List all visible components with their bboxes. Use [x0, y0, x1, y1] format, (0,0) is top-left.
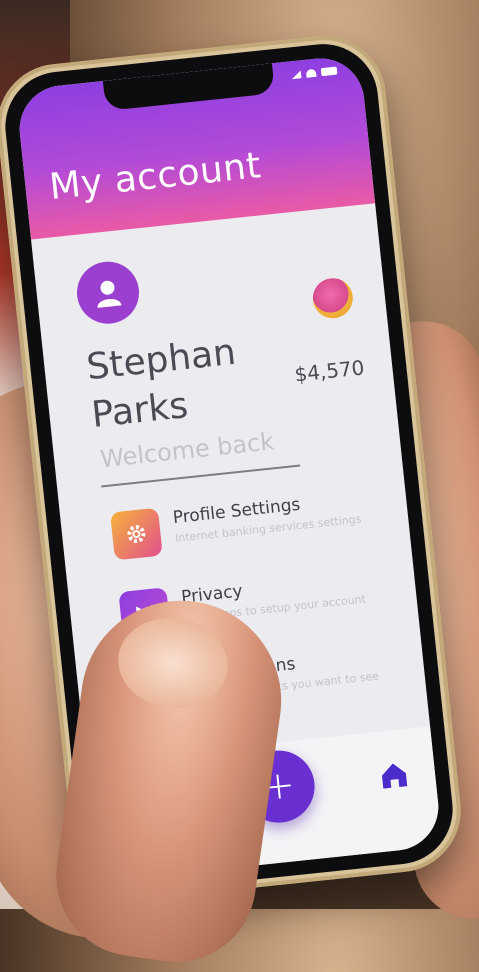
- balance-coin-icon: [310, 276, 355, 321]
- wifi-icon: [305, 68, 317, 78]
- home-button[interactable]: [378, 759, 411, 796]
- home-icon: [382, 763, 408, 789]
- signal-icon: [291, 70, 302, 79]
- user-name: Stephan Parks: [84, 329, 243, 440]
- balance-amount: $4,570: [293, 355, 366, 387]
- gear-icon: [110, 507, 163, 561]
- avatar[interactable]: [73, 258, 143, 327]
- battery-icon: [320, 66, 338, 77]
- page-title: My account: [47, 145, 263, 209]
- menu-item-profile-settings[interactable]: Profile Settings Internet banking servic…: [110, 481, 415, 572]
- user-icon: [97, 280, 122, 308]
